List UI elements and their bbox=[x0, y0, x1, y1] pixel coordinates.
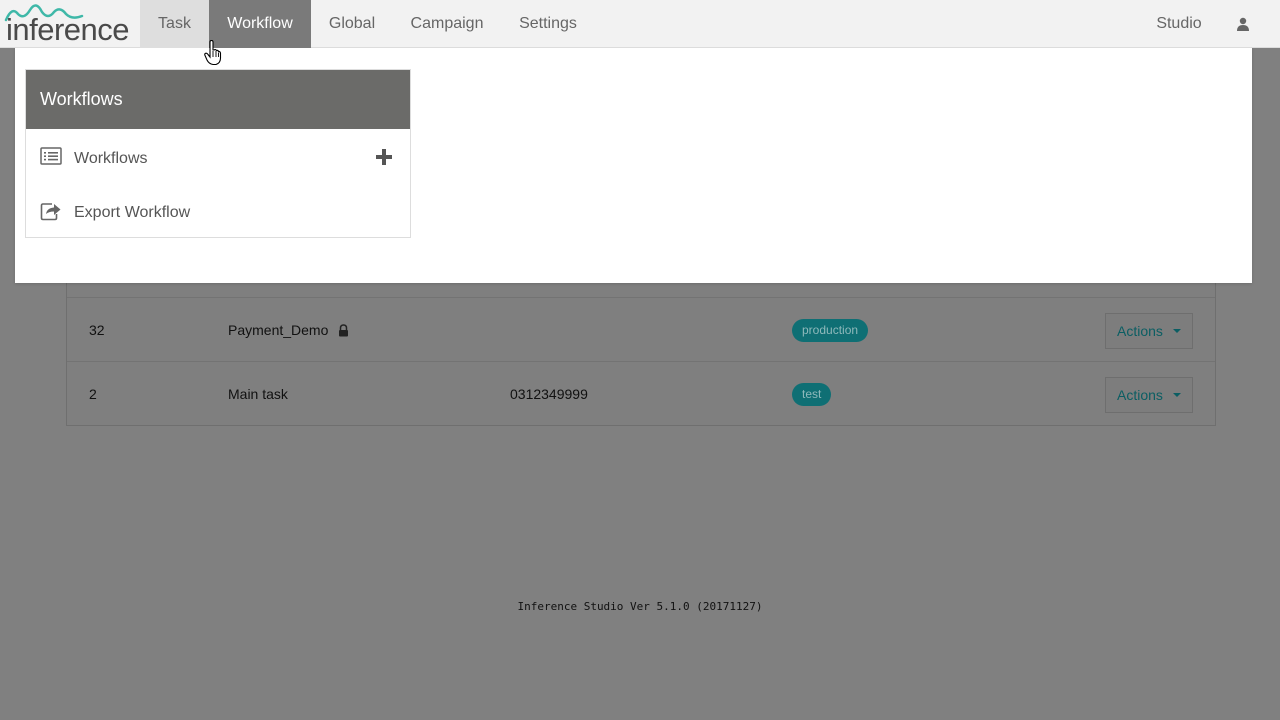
workflows-menu-card: Workflows Workflows Export Workflow bbox=[25, 69, 411, 238]
row-id: 32 bbox=[89, 322, 105, 338]
caret-down-icon bbox=[1173, 393, 1181, 397]
nav-studio-link[interactable]: Studio bbox=[1146, 0, 1212, 48]
inference-logo[interactable]: inference bbox=[4, 2, 130, 47]
nav-tab-workflow[interactable]: Workflow bbox=[209, 0, 311, 48]
list-icon bbox=[40, 147, 62, 165]
nav-tab-settings[interactable]: Settings bbox=[510, 0, 586, 48]
row-name: Main task bbox=[228, 386, 288, 402]
env-badge: test bbox=[792, 383, 832, 406]
table-row[interactable]: 2 Main task 0312349999 test Actions bbox=[67, 361, 1215, 425]
actions-label: Actions bbox=[1117, 323, 1163, 339]
env-badge: production bbox=[792, 319, 869, 342]
logo-text: inference bbox=[6, 12, 130, 47]
menu-item-workflows[interactable]: Workflows bbox=[26, 138, 410, 178]
nav-tab-task[interactable]: Task bbox=[140, 0, 209, 48]
top-navbar: inference Task Workflow Global Campaign … bbox=[0, 0, 1280, 48]
row-name: Payment_Demo bbox=[228, 298, 349, 362]
hand-cursor-icon bbox=[204, 40, 222, 66]
actions-dropdown-button[interactable]: Actions bbox=[1105, 377, 1193, 413]
nav-tab-global[interactable]: Global bbox=[320, 0, 384, 48]
export-icon bbox=[40, 203, 61, 221]
row-phone: 0312349999 bbox=[510, 386, 588, 402]
workflows-menu-header: Workflows bbox=[26, 70, 410, 129]
row-name-text: Payment_Demo bbox=[228, 322, 329, 338]
table-row[interactable]: 32 Payment_Demo production Actions bbox=[67, 297, 1215, 361]
footer-version: Inference Studio Ver 5.1.0 (20171127) bbox=[517, 600, 763, 613]
menu-item-label: Workflows bbox=[74, 150, 148, 167]
workflow-dropdown-panel: Workflows Workflows Export Workflow bbox=[15, 48, 1252, 283]
user-menu-button[interactable] bbox=[1230, 0, 1256, 48]
plus-icon[interactable] bbox=[375, 148, 393, 166]
caret-down-icon bbox=[1173, 329, 1181, 333]
actions-label: Actions bbox=[1117, 387, 1163, 403]
menu-item-label: Export Workflow bbox=[74, 204, 191, 221]
menu-item-export-workflow[interactable]: Export Workflow bbox=[26, 192, 410, 232]
lock-icon bbox=[339, 324, 349, 337]
nav-tab-campaign[interactable]: Campaign bbox=[400, 0, 494, 48]
row-id: 2 bbox=[89, 386, 97, 402]
user-icon bbox=[1237, 17, 1249, 31]
actions-dropdown-button[interactable]: Actions bbox=[1105, 313, 1193, 349]
